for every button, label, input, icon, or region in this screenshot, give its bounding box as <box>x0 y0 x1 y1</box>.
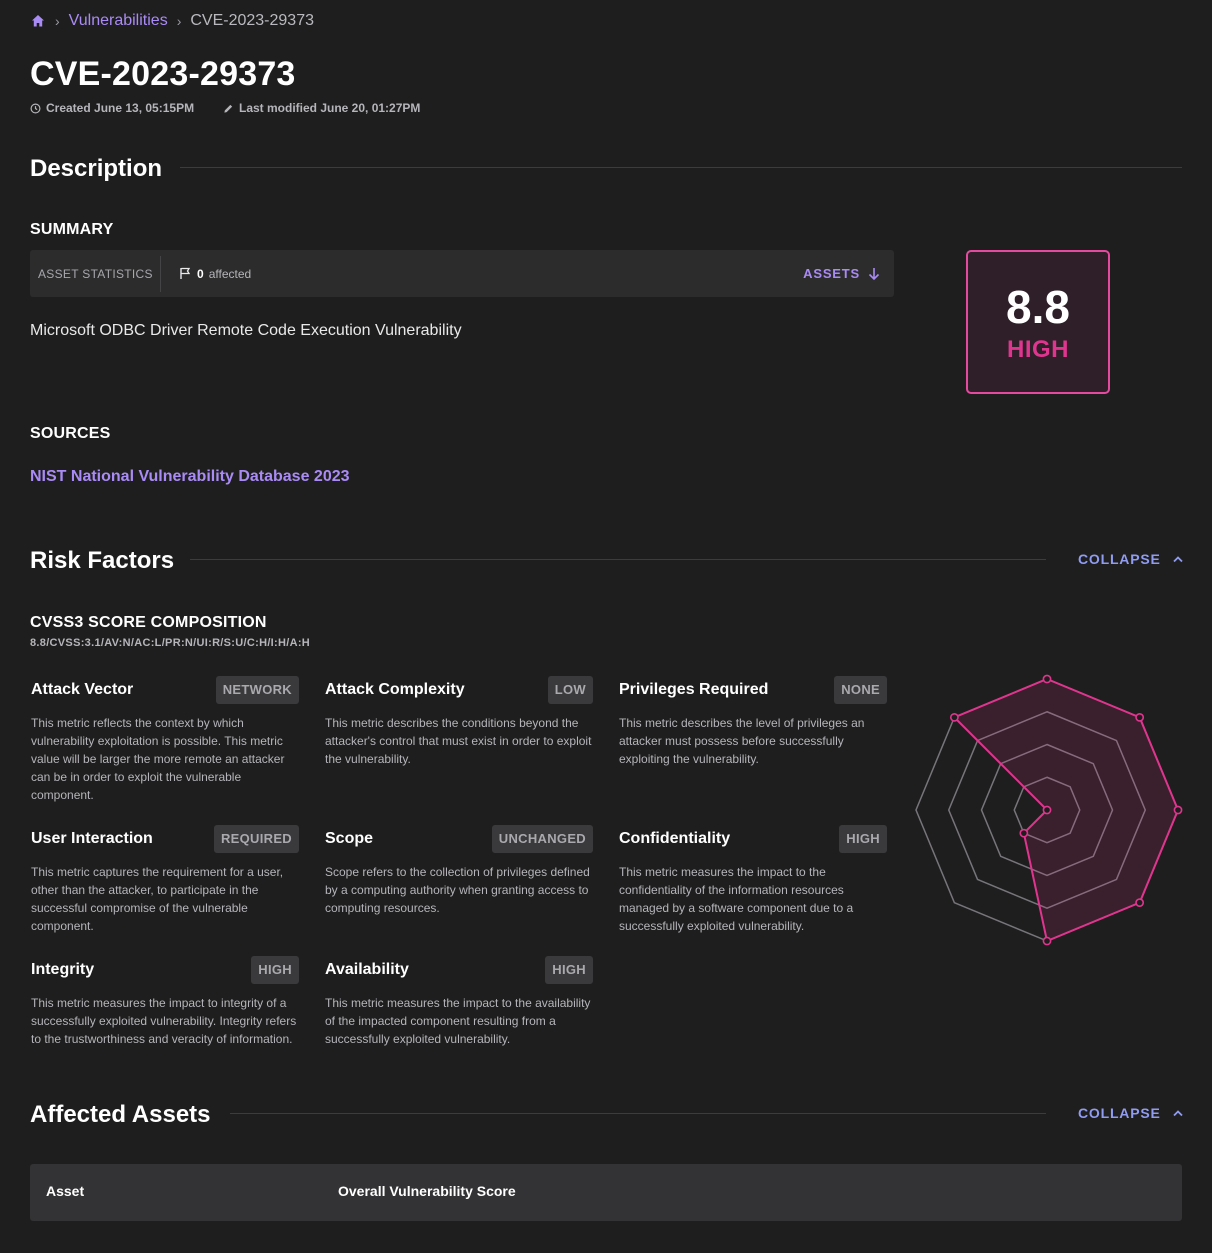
severity-score-box: 8.8 HIGH <box>966 250 1110 394</box>
metric-value-badge: REQUIRED <box>213 825 299 853</box>
risk-factors-collapse-button[interactable]: COLLAPSE <box>1078 551 1183 567</box>
metric-description: This metric captures the requirement for… <box>31 865 284 933</box>
radar-point-6[interactable] <box>1019 828 1029 838</box>
chevron-up-icon <box>1173 556 1183 563</box>
metric-value-badge: NETWORK <box>215 676 299 704</box>
column-header-asset[interactable]: Asset <box>46 1183 84 1199</box>
cvss-radar-chart <box>915 674 1183 946</box>
metric-name: Attack Vector <box>31 681 134 698</box>
chevron-up-icon <box>1173 1110 1183 1117</box>
column-header-score[interactable]: Overall Vulnerability Score <box>338 1183 516 1199</box>
score-value: 8.8 <box>1006 281 1070 333</box>
modified-meta: Last modified June 20, 01:27PM <box>223 100 420 116</box>
collapse-label: COLLAPSE <box>1078 551 1161 567</box>
breadcrumb-vulnerabilities-link[interactable]: Vulnerabilities <box>69 12 168 30</box>
metric-scope: Scope UNCHANGED Scope refers to the colle… <box>325 824 593 917</box>
collapse-label: COLLAPSE <box>1078 1105 1161 1121</box>
flag-icon <box>180 267 191 279</box>
metric-description: Scope refers to the collection of privil… <box>325 865 590 915</box>
metric-integrity: Integrity HIGH This metric measures the i… <box>31 955 299 1048</box>
radar-data-area <box>952 677 1180 943</box>
clock-icon <box>30 103 41 113</box>
metric-description: This metric measures the impact to the a… <box>325 996 591 1046</box>
modified-date: Last modified June 20, 01:27PM <box>239 101 421 115</box>
section-divider <box>180 167 1182 168</box>
metric-value-badge: LOW <box>547 676 593 704</box>
sources-heading: SOURCES <box>30 425 111 442</box>
radar-point-7[interactable] <box>1042 805 1052 815</box>
metric-name: Privileges Required <box>619 681 769 698</box>
metric-privileges-required: Privileges Required NONE This metric desc… <box>619 675 887 768</box>
radar-point-1[interactable] <box>1042 674 1052 684</box>
metric-name: Scope <box>325 830 374 847</box>
summary-text: Microsoft ODBC Driver Remote Code Execut… <box>30 322 462 339</box>
severity-label: HIGH <box>1007 336 1069 363</box>
metric-availability: Availability HIGH This metric measures th… <box>325 955 593 1048</box>
assets-button-label: ASSETS <box>803 266 860 281</box>
assets-button[interactable]: ASSETS <box>803 266 880 281</box>
metric-description: This metric describes the level of privi… <box>619 716 865 766</box>
asset-statistics-bar: ASSET STATISTICS 0 affected ASSETS <box>30 250 894 297</box>
asset-statistics-label: ASSET STATISTICS <box>38 266 153 281</box>
metric-value-badge: HIGH <box>251 956 299 984</box>
metric-attack-complexity: Attack Complexity LOW This metric describ… <box>325 675 593 768</box>
affected-assets-collapse-button[interactable]: COLLAPSE <box>1078 1105 1183 1121</box>
metric-attack-vector: Attack Vector NETWORK This metric reflect… <box>31 675 299 804</box>
pencil-icon <box>224 104 233 113</box>
affected-count-suffix: affected <box>208 266 252 281</box>
chevron-right-icon: › <box>55 13 60 29</box>
metric-description: This metric describes the conditions bey… <box>325 716 592 766</box>
created-date: Created June 13, 05:15PM <box>46 101 195 115</box>
metric-description: This metric measures the impact to the c… <box>619 865 854 933</box>
page-title: CVE-2023-29373 <box>30 55 296 93</box>
risk-factors-title: Risk Factors <box>30 547 175 574</box>
affected-count: 0 affected <box>179 267 251 281</box>
metric-name: User Interaction <box>31 830 153 847</box>
metric-name: Confidentiality <box>619 830 731 847</box>
metric-name: Integrity <box>31 961 95 978</box>
created-meta: Created June 13, 05:15PM <box>30 100 194 116</box>
metric-description: This metric measures the impact to integ… <box>31 996 297 1046</box>
radar-point-5[interactable] <box>1042 936 1052 946</box>
summary-heading: SUMMARY <box>30 221 114 238</box>
source-link[interactable]: NIST National Vulnerability Database 202… <box>30 468 350 486</box>
metric-value-badge: HIGH <box>545 956 593 984</box>
metric-value-badge: UNCHANGED <box>491 825 593 853</box>
metric-value-badge: NONE <box>834 676 887 704</box>
metric-name: Availability <box>325 961 409 978</box>
affected-assets-table-header: Asset Overall Vulnerability Score <box>30 1164 1182 1221</box>
affected-assets-title: Affected Assets <box>30 1101 211 1128</box>
metric-name: Attack Complexity <box>325 681 465 698</box>
cvss3-composition-heading: CVSS3 SCORE COMPOSITION <box>30 614 267 631</box>
metric-description: This metric reflects the context by whic… <box>31 716 285 802</box>
breadcrumb-current: CVE-2023-29373 <box>190 12 314 29</box>
home-icon[interactable] <box>30 13 46 29</box>
metric-value-badge: HIGH <box>839 825 887 853</box>
divider <box>160 255 161 292</box>
radar-point-8[interactable] <box>949 712 959 722</box>
metric-user-interaction: User Interaction REQUIRED This metric cap… <box>31 824 299 935</box>
section-divider <box>190 559 1046 560</box>
radar-point-3[interactable] <box>1173 805 1183 815</box>
description-title: Description <box>30 155 163 182</box>
cvss-vector-string: 8.8/CVSS:3.1/AV:N/AC:L/PR:N/UI:R/S:U/C:H… <box>30 637 311 649</box>
breadcrumb: › Vulnerabilities › CVE-2023-29373 <box>30 10 314 32</box>
radar-point-2[interactable] <box>1135 712 1145 722</box>
arrow-down-icon <box>868 267 880 280</box>
section-divider <box>230 1113 1046 1114</box>
radar-point-4[interactable] <box>1135 898 1145 908</box>
chevron-right-icon: › <box>176 13 182 29</box>
metric-confidentiality: Confidentiality HIGH This metric measures… <box>619 824 887 935</box>
affected-count-value: 0 <box>197 266 204 281</box>
